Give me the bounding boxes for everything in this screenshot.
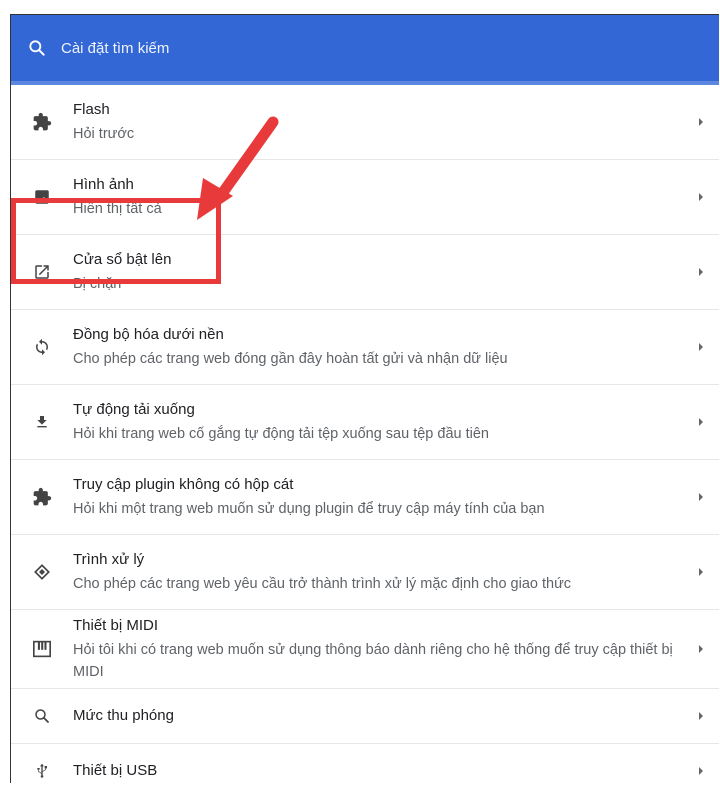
item-title: Cửa sổ bật lên: [73, 250, 172, 268]
list-item-midi-devices[interactable]: Thiết bị MIDI Hỏi tôi khi có trang web m…: [11, 610, 719, 689]
search-input[interactable]: Cài đặt tìm kiếm: [61, 40, 169, 57]
chevron-right-icon: [699, 193, 703, 201]
item-title: Trình xử lý: [73, 550, 145, 568]
list-item-auto-download[interactable]: Tự động tải xuống Hỏi khi trang web cố g…: [11, 385, 719, 460]
usb-icon: [31, 760, 53, 782]
puzzle-icon: [31, 486, 53, 508]
item-subtitle: Cho phép các trang web đóng gần đây hoàn…: [73, 350, 508, 367]
item-subtitle: Hỏi khi một trang web muốn sử dụng plugi…: [73, 500, 545, 517]
chevron-right-icon: [699, 118, 703, 126]
item-subtitle: Cho phép các trang web yêu cầu trở thành…: [73, 575, 572, 592]
chevron-right-icon: [699, 767, 703, 775]
item-title: Truy cập plugin không có hộp cát: [73, 475, 294, 493]
chevron-right-icon: [699, 712, 703, 720]
chevron-right-icon: [699, 268, 703, 276]
popup-icon: [31, 261, 53, 283]
item-title: Đồng bộ hóa dưới nền: [73, 325, 224, 343]
list-item-flash[interactable]: Flash Hỏi trước: [11, 85, 719, 160]
download-icon: [31, 411, 53, 433]
settings-panel: Cài đặt tìm kiếm Flash Hỏi trước Hình ản…: [10, 14, 719, 783]
item-title: Mức thu phóng: [73, 707, 174, 724]
list-item-unsandboxed-plugins[interactable]: Truy cập plugin không có hộp cát Hỏi khi…: [11, 460, 719, 535]
handler-icon: [31, 561, 53, 583]
item-subtitle: Bị chặn: [73, 275, 122, 292]
content-settings-list: Flash Hỏi trước Hình ảnh Hiển thị tất cả…: [11, 85, 719, 783]
chevron-right-icon: [699, 343, 703, 351]
zoom-icon: [31, 705, 53, 727]
item-title: Thiết bị USB: [73, 762, 158, 779]
item-title: Thiết bị MIDI: [73, 616, 159, 634]
list-item-popups[interactable]: Cửa sổ bật lên Bị chặn: [11, 235, 719, 310]
list-item-background-sync[interactable]: Đồng bộ hóa dưới nền Cho phép các trang …: [11, 310, 719, 385]
image-icon: [31, 186, 53, 208]
item-subtitle: Hiển thị tất cả: [73, 200, 162, 217]
search-bar[interactable]: Cài đặt tìm kiếm: [11, 15, 719, 85]
item-title: Flash: [73, 100, 110, 118]
puzzle-icon: [31, 111, 53, 133]
chevron-right-icon: [699, 645, 703, 653]
item-title: Tự động tải xuống: [73, 400, 195, 418]
list-item-zoom-levels[interactable]: Mức thu phóng: [11, 689, 719, 744]
chevron-right-icon: [699, 418, 703, 426]
list-item-handlers[interactable]: Trình xử lý Cho phép các trang web yêu c…: [11, 535, 719, 610]
midi-icon: [31, 638, 53, 660]
list-item-usb-devices[interactable]: Thiết bị USB: [11, 744, 719, 783]
item-subtitle: Hỏi tôi khi có trang web muốn sử dụng th…: [73, 641, 673, 680]
search-icon: [29, 40, 45, 56]
list-item-images[interactable]: Hình ảnh Hiển thị tất cả: [11, 160, 719, 235]
item-title: Hình ảnh: [73, 175, 134, 193]
chevron-right-icon: [699, 568, 703, 576]
chevron-right-icon: [699, 493, 703, 501]
item-subtitle: Hỏi khi trang web cố gắng tự động tải tệ…: [73, 425, 489, 442]
item-subtitle: Hỏi trước: [73, 125, 135, 142]
sync-icon: [31, 336, 53, 358]
